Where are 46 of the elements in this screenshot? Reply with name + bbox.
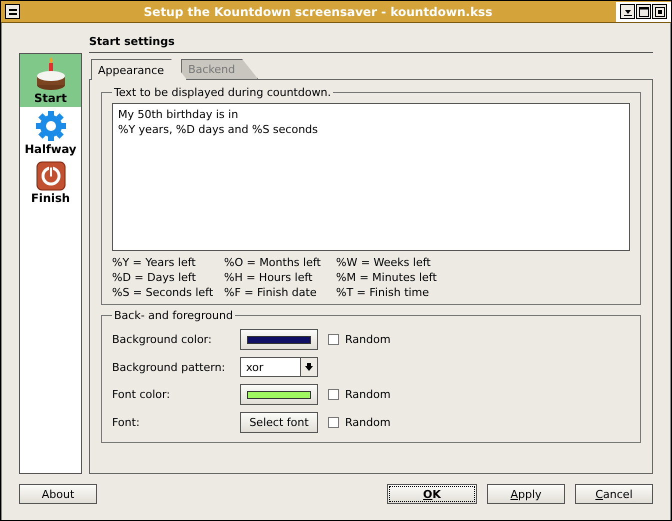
power-icon [36, 161, 66, 191]
select-font-button[interactable]: Select font [240, 412, 318, 433]
sidebar-item[interactable]: Start [20, 54, 81, 107]
sidebar-label: Halfway [24, 142, 76, 156]
legend-text: %Y = Years left [112, 255, 197, 270]
field-label: Background color: [112, 333, 213, 346]
sidebar-item[interactable]: Halfway [20, 107, 81, 158]
legend-text: %F = Finish date [224, 285, 318, 300]
legend-text: %M = Minutes left [336, 270, 438, 285]
dialog-button[interactable]: About [19, 484, 97, 504]
dialog-button[interactable]: Cancel [575, 484, 653, 504]
legend-text: %H = Hours left [224, 270, 314, 285]
close-icon[interactable] [652, 4, 667, 19]
group-title: Back- and foreground [113, 309, 234, 322]
pattern-dropdown[interactable]: xor [240, 357, 318, 378]
field-label: Font color: [112, 388, 172, 402]
page-title: Start settings [89, 33, 653, 53]
tab[interactable]: Appearance [91, 59, 188, 80]
minimize-icon[interactable] [620, 4, 635, 19]
random-checkbox[interactable] [328, 416, 339, 428]
checkbox-label: Random [345, 388, 391, 402]
color-button[interactable] [240, 329, 318, 350]
text-area[interactable]: My 50th birthday is in %Y years, %D days and %S seconds [112, 103, 630, 251]
color-button[interactable] [240, 384, 318, 406]
sidebar-label: Finish [31, 191, 70, 205]
dialog-button[interactable]: Apply [487, 484, 565, 504]
checkbox-label: Random [345, 333, 391, 346]
window-title: Setup the Kountdown screensaver - kountdown.kss [142, 4, 494, 18]
field-label: Background pattern: [112, 360, 226, 374]
legend-text: %D = Days left [112, 270, 197, 285]
maximize-icon[interactable] [636, 4, 651, 19]
legend-text: %O = Months left [224, 255, 322, 270]
checkbox-label: Random [345, 416, 391, 429]
random-checkbox[interactable] [328, 389, 339, 400]
sidebar-item[interactable]: Finish [20, 158, 81, 207]
menu-icon[interactable] [5, 4, 20, 19]
gear-icon [34, 110, 66, 142]
random-checkbox[interactable] [328, 334, 339, 346]
dialog-button[interactable]: OK [387, 484, 477, 504]
sidebar-label: Start [34, 91, 67, 105]
legend-text: %S = Seconds left [112, 285, 214, 300]
legend-text: %T = Finish time [336, 285, 430, 300]
legend-text: %W = Weeks left [336, 255, 432, 270]
field-label: Font: [112, 416, 141, 429]
cake-icon [34, 57, 66, 91]
group-title: Text to be displayed during countdown. [113, 86, 332, 99]
